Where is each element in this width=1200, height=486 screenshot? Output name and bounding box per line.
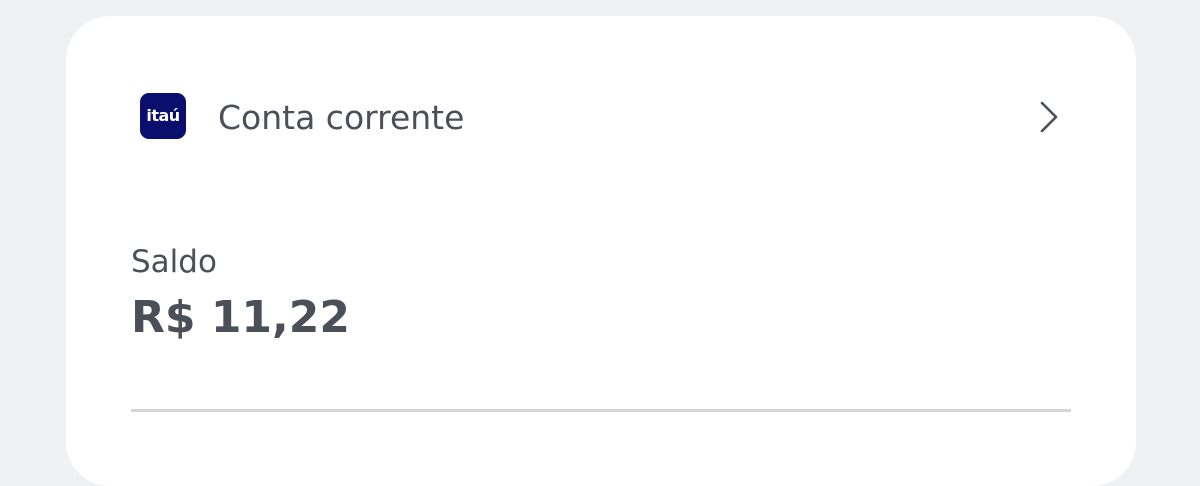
account-label: Conta corrente [218, 98, 465, 137]
chevron-right-icon[interactable] [1032, 99, 1064, 135]
balance-value: R$ 11,22 [131, 292, 350, 343]
account-card: itaú Conta corrente Saldo R$ 11,22 [66, 16, 1136, 486]
bank-logo: itaú [140, 93, 186, 139]
balance-label: Saldo [131, 244, 217, 280]
bank-logo-text: itaú [146, 106, 180, 125]
divider [131, 409, 1071, 412]
account-row[interactable]: itaú Conta corrente [66, 16, 1136, 216]
